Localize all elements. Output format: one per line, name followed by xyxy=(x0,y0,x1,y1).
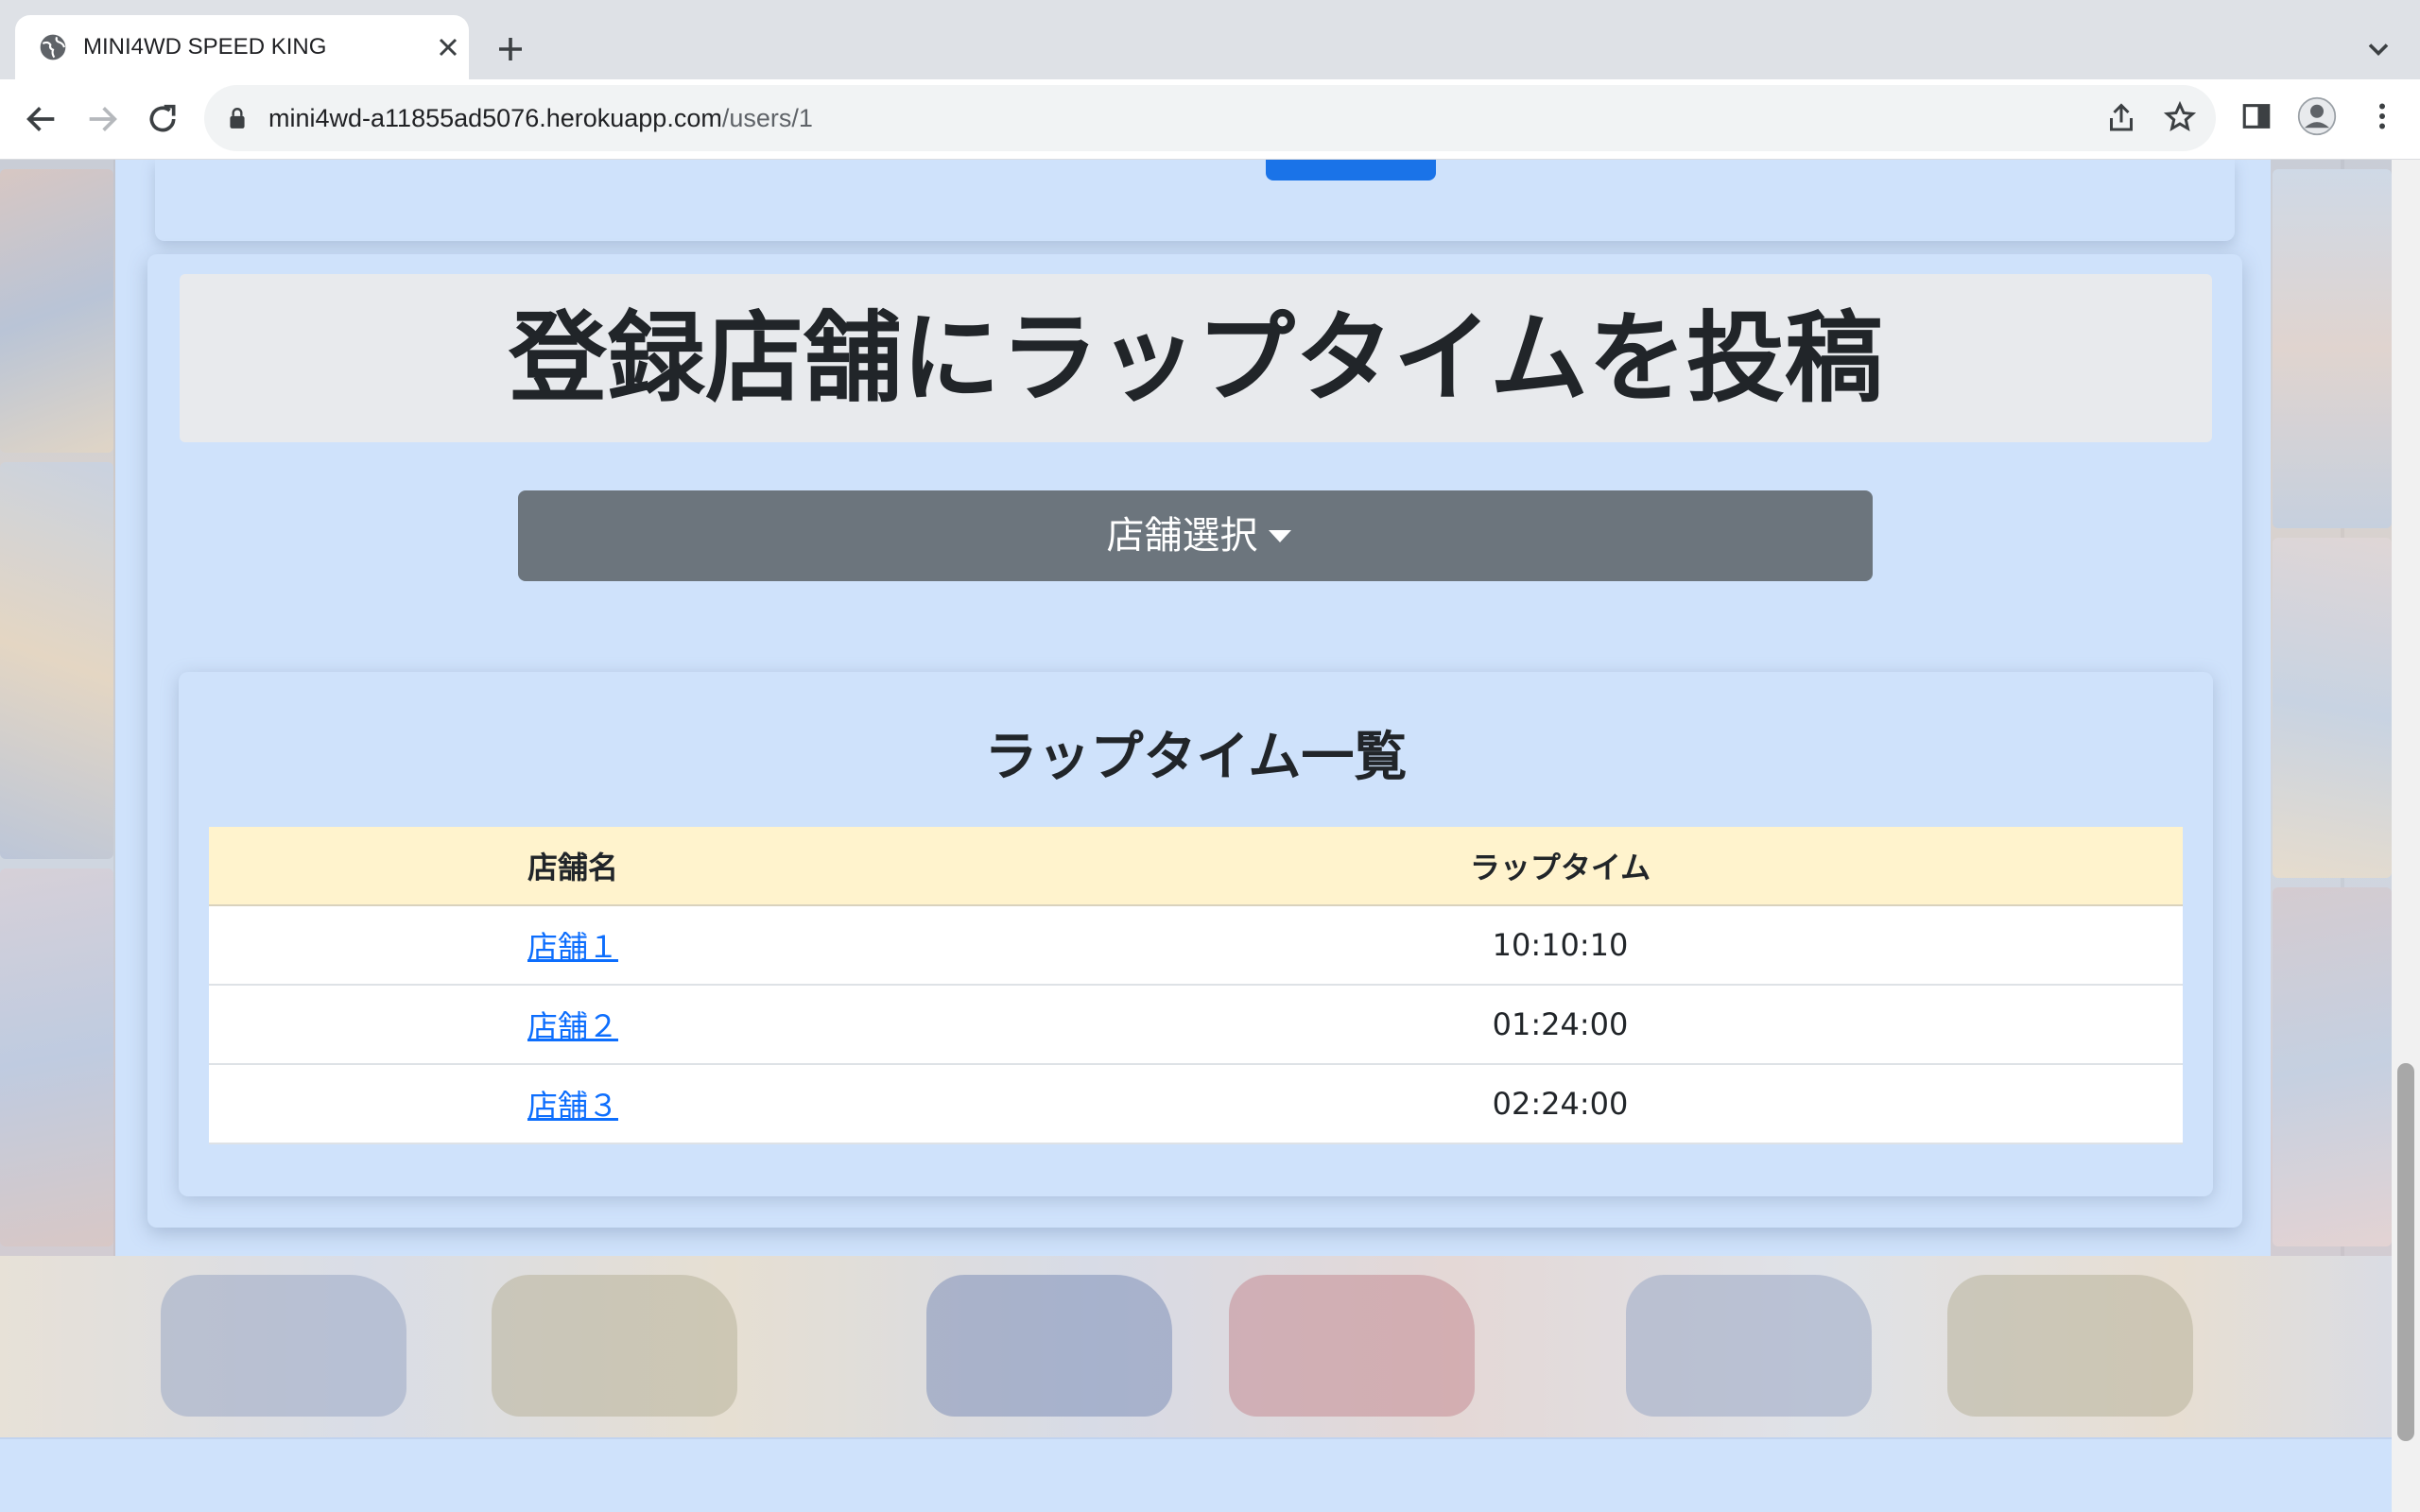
lap-time-cell: 01:24:00 xyxy=(938,985,2183,1065)
store-cell: 店舗３ xyxy=(209,1064,938,1144)
background-box-art xyxy=(2273,169,2392,528)
column-header-lap-time: ラップタイム xyxy=(938,827,2183,906)
table-header-row: 店舗名 ラップタイム xyxy=(209,827,2183,906)
store-select-label-wrap: 店舗選択 xyxy=(518,490,1873,581)
heading-banner: 登録店舗にラップタイムを投稿 xyxy=(180,274,2212,442)
store-cell: 店舗２ xyxy=(209,985,938,1065)
background-box-art xyxy=(2273,887,2392,1246)
page-title: 登録店舗にラップタイムを投稿 xyxy=(509,301,1883,416)
background-box-art xyxy=(0,462,113,859)
table-row: 店舗２ 01:24:00 xyxy=(209,985,2183,1065)
background-car-image xyxy=(926,1275,1172,1417)
background-car-image xyxy=(1626,1275,1872,1417)
url-host: mini4wd-a11855ad5076.herokuapp.com xyxy=(268,104,722,132)
address-bar[interactable]: mini4wd-a11855ad5076.herokuapp.com/users… xyxy=(204,85,2216,151)
side-panel-icon[interactable] xyxy=(2240,100,2273,132)
kebab-menu-icon[interactable] xyxy=(2365,98,2399,134)
upper-section-card xyxy=(155,160,2235,241)
share-icon[interactable] xyxy=(2104,101,2138,135)
forward-arrow-icon[interactable] xyxy=(83,100,121,138)
background-car-image xyxy=(1229,1275,1475,1417)
star-icon[interactable] xyxy=(2163,100,2197,134)
tab-title: MINI4WD SPEED KING xyxy=(83,34,327,60)
background-box-art xyxy=(0,169,113,453)
lap-time-cell: 02:24:00 xyxy=(938,1064,2183,1144)
background-box-art xyxy=(0,868,113,1246)
lap-time-table: 店舗名 ラップタイム 店舗１ 10:10:10 店舗２ 01:24:00 店舗３… xyxy=(209,827,2183,1144)
store-link[interactable]: 店舗３ xyxy=(527,1088,618,1124)
lap-list-title: ラップタイム一覧 xyxy=(984,727,1408,788)
page-viewport: 登録店舗にラップタイムを投稿 店舗選択 ラップタイム一覧 店舗名 ラップタイム … xyxy=(0,160,2420,1512)
store-cell: 店舗１ xyxy=(209,905,938,986)
background-car-image xyxy=(492,1275,737,1417)
column-header-store: 店舗名 xyxy=(209,827,938,906)
url-path: /users/1 xyxy=(721,104,813,132)
background-car-image xyxy=(1947,1275,2193,1417)
lap-time-cell: 10:10:10 xyxy=(938,905,2183,986)
lock-icon[interactable] xyxy=(227,106,248,130)
close-icon[interactable] xyxy=(433,32,463,62)
store-select-label: 店舗選択 xyxy=(1106,514,1258,558)
back-arrow-icon[interactable] xyxy=(23,100,60,138)
page-footer-background xyxy=(0,1437,2420,1512)
store-link[interactable]: 店舗１ xyxy=(527,929,618,965)
url-text: mini4wd-a11855ad5076.herokuapp.com/users… xyxy=(268,85,813,151)
tab-strip: MINI4WD SPEED KING xyxy=(0,0,2420,79)
caret-down-icon xyxy=(1269,530,1291,542)
chevron-down-icon[interactable] xyxy=(2361,32,2395,66)
background-box-art xyxy=(2273,538,2392,878)
submit-button-partial[interactable] xyxy=(1266,160,1436,180)
store-link[interactable]: 店舗２ xyxy=(527,1008,618,1044)
background-car-image xyxy=(161,1275,406,1417)
profile-icon[interactable] xyxy=(2297,96,2337,136)
globe-icon xyxy=(40,34,66,60)
store-select-dropdown[interactable]: 店舗選択 xyxy=(518,490,1873,581)
table-row: 店舗３ 02:24:00 xyxy=(209,1064,2183,1144)
table-row: 店舗１ 10:10:10 xyxy=(209,905,2183,986)
reload-icon[interactable] xyxy=(144,100,182,138)
browser-tab[interactable]: MINI4WD SPEED KING xyxy=(15,15,469,79)
scrollbar-thumb[interactable] xyxy=(2397,1063,2414,1441)
plus-icon[interactable] xyxy=(493,32,527,66)
